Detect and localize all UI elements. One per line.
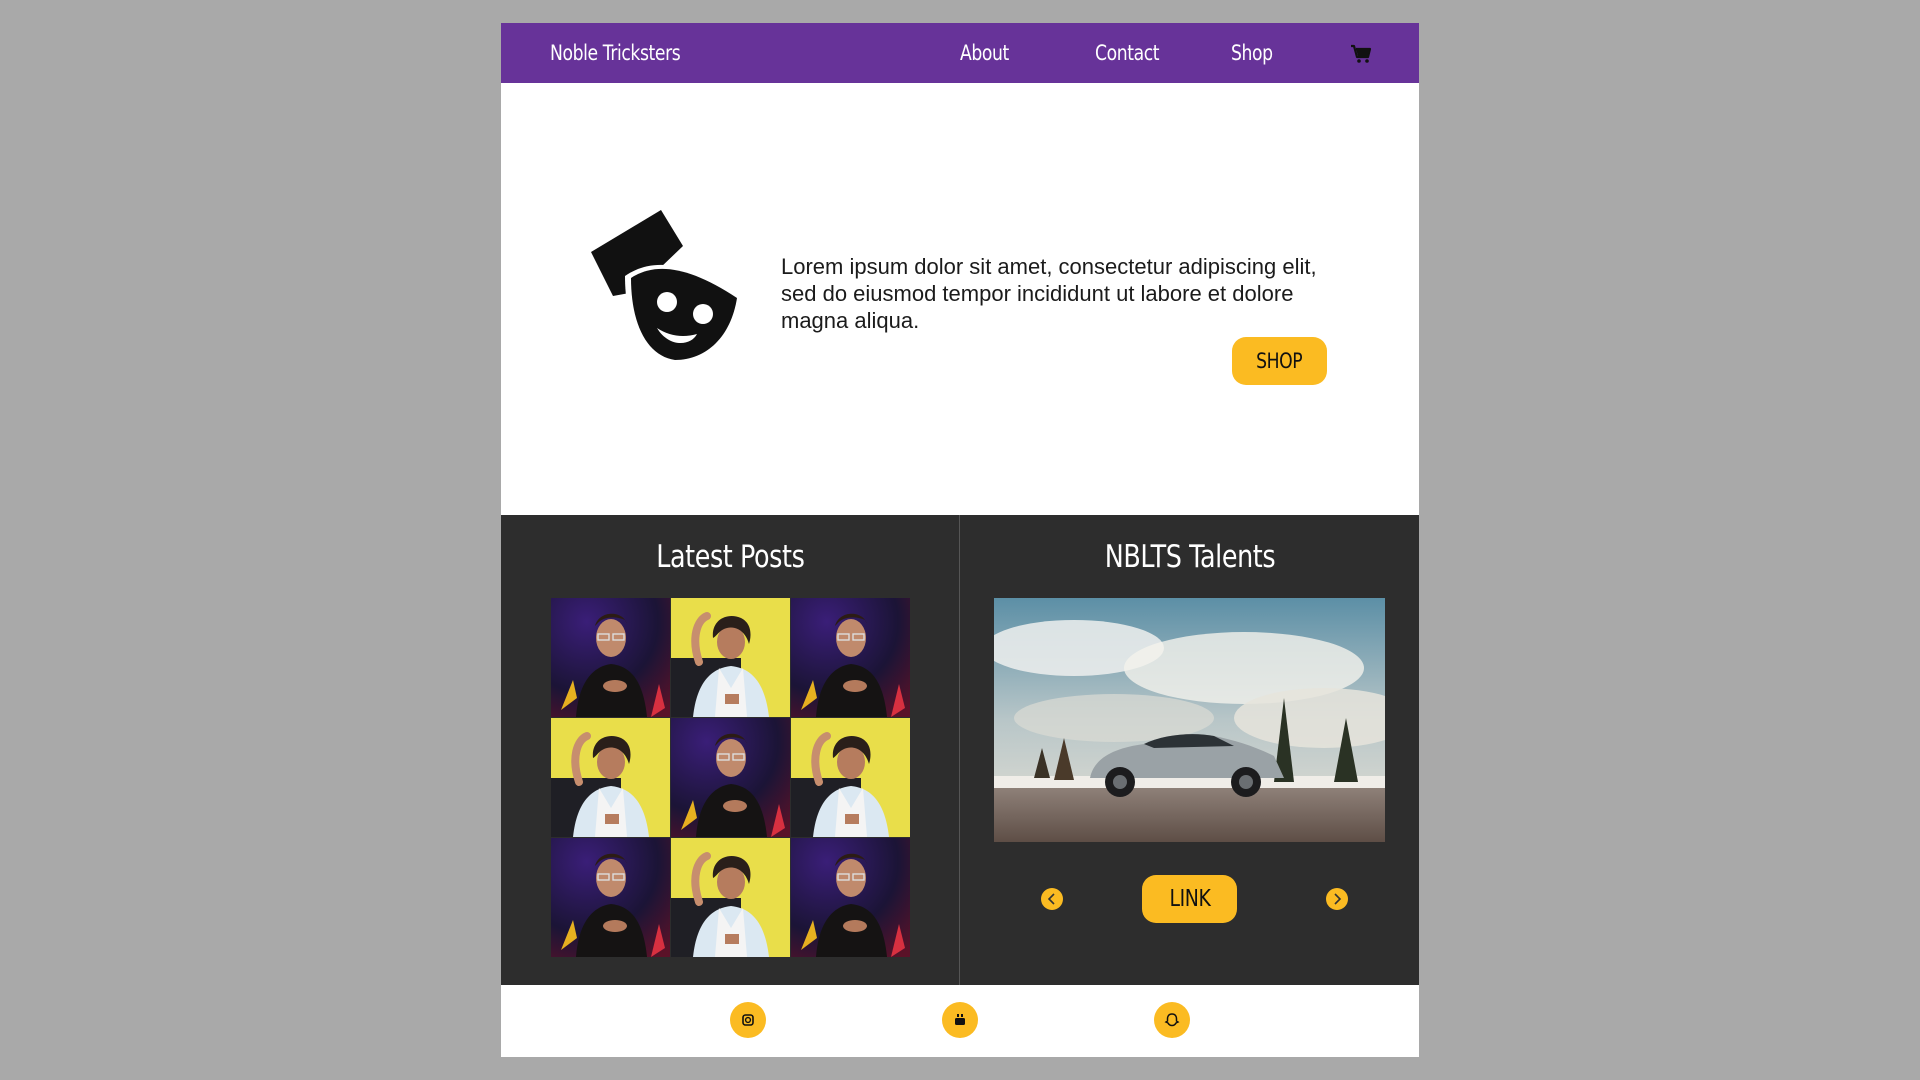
brand-link[interactable]: Noble Tricksters [550, 23, 681, 83]
post-thumbnail[interactable] [791, 838, 910, 957]
talents-title: NBLTS Talents [1104, 539, 1275, 575]
post-thumbnail[interactable] [671, 718, 790, 837]
latest-posts-title: Latest Posts [655, 539, 805, 575]
posts-grid [551, 598, 910, 957]
post-thumbnail[interactable] [791, 718, 910, 837]
talents-panel: NBLTS Talents LINK [960, 515, 1419, 985]
talent-carousel-image[interactable] [984, 598, 1414, 842]
theater-mask-icon [591, 210, 751, 370]
post-thumbnail[interactable] [671, 598, 790, 717]
top-nav: Noble Tricksters About Contact Shop [501, 23, 1419, 83]
hero-section: Lorem ipsum dolor sit amet, consectetur … [501, 83, 1419, 515]
hero-description: Lorem ipsum dolor sit amet, consectetur … [781, 254, 1317, 333]
snapchat-icon[interactable] [1154, 1002, 1190, 1038]
page: Noble Tricksters About Contact Shop Lore… [501, 23, 1419, 1057]
post-thumbnail[interactable] [551, 718, 670, 837]
post-thumbnail[interactable] [791, 598, 910, 717]
chevron-right-icon[interactable] [1326, 888, 1348, 910]
shop-button[interactable]: SHOP [1232, 337, 1327, 385]
shop-button-label: SHOP [1256, 349, 1303, 373]
footer [501, 985, 1419, 1057]
link-button-label: LINK [1169, 886, 1210, 912]
nav-link-about[interactable]: About [960, 23, 1009, 83]
post-thumbnail[interactable] [551, 838, 670, 957]
youtube-icon[interactable] [942, 1002, 978, 1038]
latest-posts-panel: Latest Posts [501, 515, 959, 985]
post-thumbnail[interactable] [551, 598, 670, 717]
nav-link-contact[interactable]: Contact [1095, 23, 1160, 83]
link-button[interactable]: LINK [1142, 875, 1237, 923]
post-thumbnail[interactable] [671, 838, 790, 957]
nav-link-shop[interactable]: Shop [1231, 23, 1273, 83]
shopping-cart-icon[interactable] [1350, 44, 1372, 64]
chevron-left-icon[interactable] [1041, 888, 1063, 910]
instagram-icon[interactable] [730, 1002, 766, 1038]
